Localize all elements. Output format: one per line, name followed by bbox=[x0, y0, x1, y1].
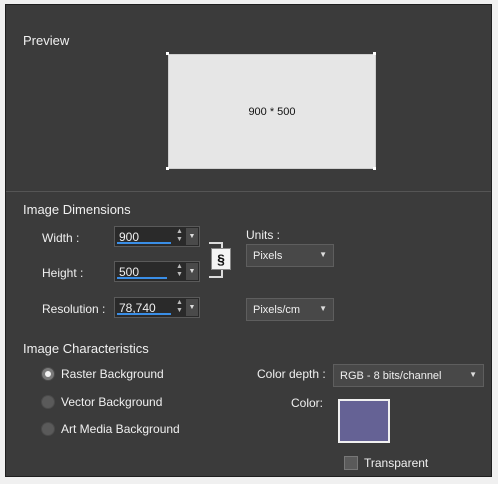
spin-arrows-icon[interactable]: ▲ ▼ bbox=[174, 299, 185, 316]
vector-background-label[interactable]: Vector Background bbox=[61, 395, 162, 409]
chevron-down-icon: ▼ bbox=[319, 304, 327, 313]
raster-background-radio[interactable] bbox=[41, 367, 55, 381]
width-input[interactable]: 900 ▲ ▼ ▼ bbox=[114, 226, 200, 247]
units-select[interactable]: Pixels ▼ bbox=[246, 244, 334, 267]
section-divider bbox=[6, 191, 491, 192]
preview-corner-handle bbox=[166, 167, 169, 170]
color-label: Color: bbox=[291, 396, 324, 410]
units-select-value: Pixels bbox=[253, 250, 283, 262]
image-characteristics-title: Image Characteristics bbox=[23, 341, 149, 356]
resolution-input[interactable]: 78,740 ▲ ▼ ▼ bbox=[114, 297, 200, 318]
input-focus-underline bbox=[117, 277, 167, 279]
vector-background-radio[interactable] bbox=[41, 395, 55, 409]
dropdown-arrow-icon[interactable]: ▼ bbox=[186, 263, 198, 280]
resolution-units-select[interactable]: Pixels/cm ▼ bbox=[246, 298, 334, 321]
image-dimensions-title: Image Dimensions bbox=[23, 202, 131, 217]
height-input[interactable]: 500 ▲ ▼ ▼ bbox=[114, 261, 200, 282]
chain-link-icon: § bbox=[217, 251, 225, 267]
resolution-units-value: Pixels/cm bbox=[253, 304, 301, 316]
width-label: Width : bbox=[42, 231, 80, 245]
preview-corner-handle bbox=[166, 52, 169, 55]
units-label: Units : bbox=[246, 228, 281, 242]
art-media-background-radio[interactable] bbox=[41, 422, 55, 436]
transparent-label[interactable]: Transparent bbox=[364, 456, 428, 470]
transparent-checkbox[interactable] bbox=[344, 456, 358, 470]
height-label: Height : bbox=[42, 266, 84, 280]
chevron-down-icon: ▼ bbox=[469, 370, 477, 379]
raster-background-label[interactable]: Raster Background bbox=[61, 367, 164, 381]
preview-size-text: 900 * 500 bbox=[248, 105, 296, 118]
dropdown-arrow-icon[interactable]: ▼ bbox=[186, 228, 198, 245]
preview-title: Preview bbox=[23, 33, 70, 48]
preview-corner-handle bbox=[373, 167, 376, 170]
art-media-background-label[interactable]: Art Media Background bbox=[61, 422, 180, 436]
lock-aspect-ratio-button[interactable]: § bbox=[211, 248, 231, 270]
dropdown-arrow-icon[interactable]: ▼ bbox=[186, 299, 198, 316]
spin-arrows-icon[interactable]: ▲ ▼ bbox=[174, 228, 185, 245]
background-color-swatch[interactable] bbox=[338, 399, 390, 443]
preview-corner-handle bbox=[373, 52, 376, 55]
input-focus-underline bbox=[117, 242, 171, 244]
chevron-down-icon: ▼ bbox=[319, 250, 327, 259]
new-image-dialog: Preview 900 * 500 Image Dimensions Width… bbox=[5, 4, 492, 477]
resolution-label: Resolution : bbox=[42, 302, 106, 316]
color-depth-value: RGB - 8 bits/channel bbox=[340, 370, 442, 382]
color-depth-select[interactable]: RGB - 8 bits/channel ▼ bbox=[333, 364, 484, 387]
preview-canvas: 900 * 500 bbox=[168, 54, 376, 169]
input-focus-underline bbox=[117, 313, 171, 315]
spin-arrows-icon[interactable]: ▲ ▼ bbox=[174, 263, 185, 280]
color-depth-label: Color depth : bbox=[257, 367, 326, 381]
